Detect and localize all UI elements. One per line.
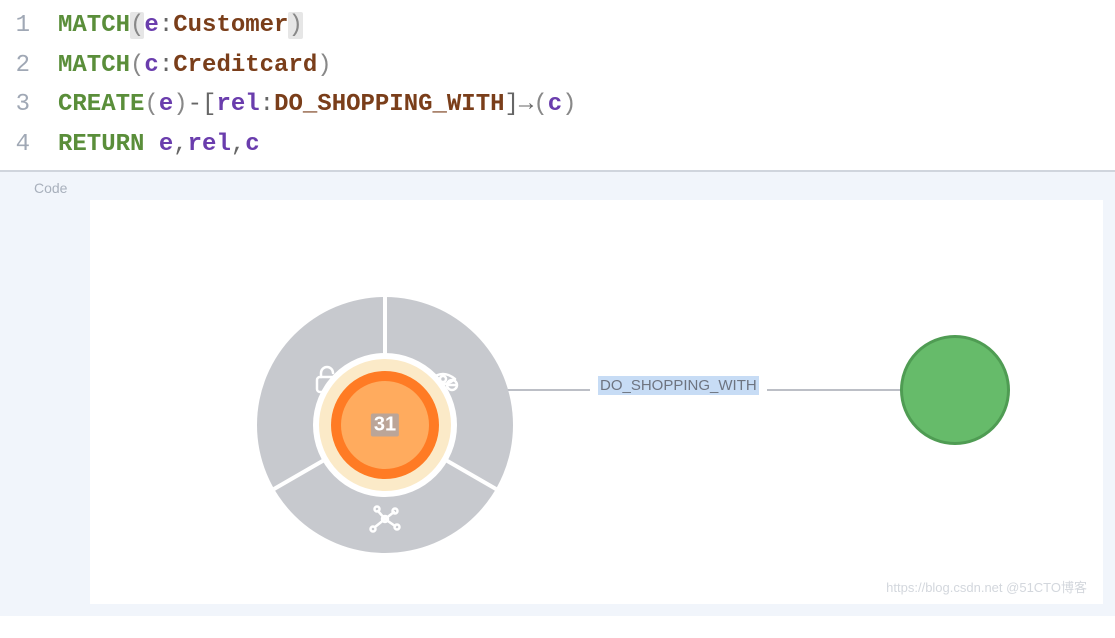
code-content[interactable]: MATCH(e:Customer): [58, 6, 1115, 46]
line-number: 3: [0, 85, 58, 125]
green-node[interactable]: [900, 335, 1010, 445]
center-node[interactable]: 31: [371, 414, 399, 437]
code-line: 3 CREATE(e)-[rel:DO_SHOPPING_WITH]→(c): [0, 85, 1115, 125]
code-editor[interactable]: 1 MATCH(e:Customer) 2 MATCH(c:Creditcard…: [0, 0, 1115, 170]
edge-label[interactable]: DO_SHOPPING_WITH: [590, 377, 767, 394]
line-number: 4: [0, 125, 58, 165]
line-number: 1: [0, 6, 58, 46]
code-line: 1 MATCH(e:Customer): [0, 6, 1115, 46]
radial-context-menu: 31: [255, 295, 515, 555]
graph-canvas[interactable]: DO_SHOPPING_WITH: [90, 200, 1103, 604]
code-content[interactable]: CREATE(e)-[rel:DO_SHOPPING_WITH]→(c): [58, 85, 1115, 125]
code-content[interactable]: RETURN e,rel,c: [58, 125, 1115, 165]
sidebar-tab-code[interactable]: Code: [34, 180, 67, 196]
watermark: https://blog.csdn.net @51CTO博客: [886, 577, 1087, 596]
result-panel: Code DO_SHOPPING_WITH: [0, 172, 1115, 616]
code-line: 4 RETURN e,rel,c: [0, 125, 1115, 165]
code-content[interactable]: MATCH(c:Creditcard): [58, 46, 1115, 86]
code-line: 2 MATCH(c:Creditcard): [0, 46, 1115, 86]
line-number: 2: [0, 46, 58, 86]
